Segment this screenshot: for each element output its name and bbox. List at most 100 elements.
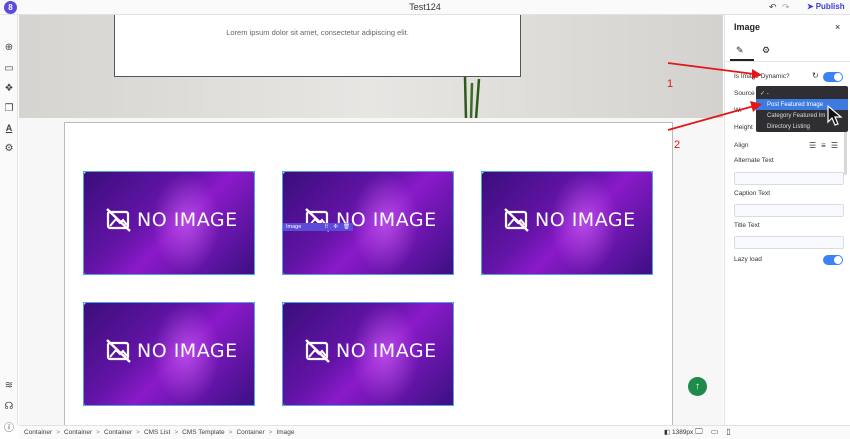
breadcrumb-separator: > bbox=[96, 429, 100, 436]
no-image-placeholder: NO IMAGE bbox=[106, 339, 238, 363]
resize-handle[interactable] bbox=[253, 404, 254, 405]
top-bar: 8 Test124 ↶ ↷ ➤ Publish bbox=[0, 0, 850, 15]
resize-handle[interactable] bbox=[253, 172, 254, 174]
drag-icon[interactable]: ⠿ bbox=[324, 224, 328, 230]
pages-icon[interactable]: ❐ bbox=[3, 102, 15, 114]
image-element-toolbar[interactable]: Image ⠿ ✣ 🗑 bbox=[283, 223, 353, 231]
resize-handle[interactable] bbox=[482, 172, 484, 174]
cms-image-card[interactable]: NO IMAGE bbox=[282, 302, 454, 406]
resize-handle[interactable] bbox=[84, 303, 86, 305]
rocket-icon: ➤ bbox=[807, 2, 814, 11]
breadcrumb-item[interactable]: Container bbox=[24, 429, 52, 436]
pencil-icon[interactable]: ✎ bbox=[736, 45, 744, 56]
resize-handle[interactable] bbox=[84, 172, 86, 174]
components-icon[interactable]: ❖ bbox=[3, 82, 15, 94]
align-center-icon[interactable]: ≡ bbox=[821, 141, 826, 150]
publish-button[interactable]: ➤ Publish bbox=[807, 2, 845, 11]
hero-section[interactable]: Lorem ipsum dolor sit amet, consectetur … bbox=[19, 15, 723, 119]
resize-handle[interactable] bbox=[283, 273, 285, 274]
resize-handle[interactable] bbox=[651, 273, 652, 274]
no-image-icon bbox=[106, 208, 131, 232]
annotation-number-2: 2 bbox=[674, 139, 681, 151]
breadcrumb-separator: > bbox=[174, 429, 179, 436]
caption-text-input[interactable] bbox=[734, 204, 844, 217]
no-image-placeholder: NO IMAGE bbox=[106, 208, 238, 232]
resize-handle[interactable] bbox=[452, 172, 453, 174]
gear-icon[interactable]: ⚙ bbox=[762, 45, 770, 56]
breadcrumb-item[interactable]: Container bbox=[104, 429, 132, 436]
redo-icon[interactable]: ↷ bbox=[782, 2, 790, 13]
no-image-label: NO IMAGE bbox=[535, 209, 636, 231]
resize-handle[interactable] bbox=[84, 404, 86, 405]
cms-image-card[interactable]: NO IMAGE bbox=[83, 171, 255, 275]
cms-image-card[interactable]: NO IMAGE bbox=[83, 302, 255, 406]
refresh-icon[interactable]: ↻ bbox=[812, 71, 819, 80]
no-image-label: NO IMAGE bbox=[336, 340, 437, 362]
breadcrumb-separator: > bbox=[228, 429, 233, 436]
hero-card[interactable]: Lorem ipsum dolor sit amet, consectetur … bbox=[114, 15, 521, 77]
breadcrumb-item[interactable]: Container bbox=[64, 429, 92, 436]
resize-handle[interactable] bbox=[253, 273, 254, 274]
alt-text-input[interactable] bbox=[734, 172, 844, 185]
breadcrumb-separator: > bbox=[268, 429, 273, 436]
resize-handle[interactable] bbox=[452, 303, 453, 305]
publish-label: Publish bbox=[815, 2, 845, 11]
resize-handle[interactable] bbox=[452, 273, 453, 274]
annotation-number-1: 1 bbox=[667, 78, 674, 90]
layers-icon[interactable]: ≋ bbox=[3, 379, 15, 391]
caption-text-label: Caption Text bbox=[734, 190, 771, 197]
no-image-placeholder: NO IMAGE bbox=[305, 339, 437, 363]
panel-title: Image bbox=[734, 22, 761, 32]
align-label: Align bbox=[734, 142, 749, 149]
annotation-arrow-1 bbox=[667, 62, 762, 79]
section-icon[interactable]: ▭ bbox=[3, 62, 15, 74]
close-icon[interactable]: × bbox=[835, 22, 840, 32]
align-right-icon[interactable]: ☰ bbox=[831, 141, 838, 150]
resize-handle[interactable] bbox=[283, 303, 285, 305]
settings-icon[interactable]: ⚙ bbox=[3, 142, 15, 154]
scroll-top-button[interactable]: ↑ bbox=[688, 377, 707, 396]
resize-handle[interactable] bbox=[253, 303, 254, 305]
no-image-icon bbox=[504, 208, 529, 232]
breadcrumb-item[interactable]: CMS List bbox=[144, 429, 170, 436]
resize-handle[interactable] bbox=[482, 273, 484, 274]
no-image-placeholder: NO IMAGE bbox=[504, 208, 636, 232]
typography-icon[interactable]: A bbox=[3, 122, 15, 134]
resize-handle[interactable] bbox=[283, 172, 285, 174]
page-title: Test124 bbox=[409, 2, 441, 12]
no-image-icon bbox=[106, 339, 131, 363]
hero-text[interactable]: Lorem ipsum dolor sit amet, consectetur … bbox=[115, 28, 520, 37]
resize-handle[interactable] bbox=[651, 172, 652, 174]
resize-handle[interactable] bbox=[84, 273, 86, 274]
zoom-icon: ◧ bbox=[664, 429, 671, 436]
editor-canvas[interactable]: Lorem ipsum dolor sit amet, consectetur … bbox=[19, 15, 723, 425]
title-text-input[interactable] bbox=[734, 236, 844, 249]
mouse-cursor-icon bbox=[827, 105, 843, 126]
lazy-load-toggle[interactable] bbox=[823, 255, 843, 265]
canvas-width-readout[interactable]: ◧ 1389px bbox=[664, 428, 693, 436]
device-switcher: 🖵 ▭ ▯ bbox=[695, 427, 731, 437]
is-dynamic-toggle[interactable] bbox=[823, 72, 843, 82]
source-label: Source bbox=[734, 90, 755, 97]
breadcrumb-item[interactable]: Image bbox=[276, 429, 294, 436]
align-left-icon[interactable]: ☰ bbox=[809, 141, 816, 150]
cms-image-card[interactable]: NO IMAGE bbox=[481, 171, 653, 275]
no-image-label: NO IMAGE bbox=[137, 340, 238, 362]
resize-handle[interactable] bbox=[452, 404, 453, 405]
undo-icon[interactable]: ↶ bbox=[769, 2, 777, 13]
align-options: ☰ ≡ ☰ bbox=[809, 141, 838, 150]
breadcrumb-item[interactable]: CMS Template bbox=[182, 429, 225, 436]
add-element-icon[interactable]: ⊕ bbox=[3, 41, 15, 53]
lazy-load-label: Lazy load bbox=[734, 256, 762, 263]
mobile-icon[interactable]: ▯ bbox=[726, 427, 730, 437]
breadcrumb-item[interactable]: Container bbox=[236, 429, 264, 436]
info-icon[interactable]: ⓘ bbox=[3, 420, 15, 434]
move-icon[interactable]: ✣ bbox=[333, 224, 338, 230]
tablet-icon[interactable]: ▭ bbox=[711, 427, 719, 437]
source-option-none[interactable]: ✓ - bbox=[756, 88, 848, 99]
resize-handle[interactable] bbox=[283, 404, 285, 405]
delete-icon[interactable]: 🗑 bbox=[343, 224, 350, 230]
annotation-arrow-2 bbox=[667, 101, 762, 131]
desktop-icon[interactable]: 🖵 bbox=[695, 427, 703, 437]
support-icon[interactable]: ☊ bbox=[3, 400, 15, 412]
